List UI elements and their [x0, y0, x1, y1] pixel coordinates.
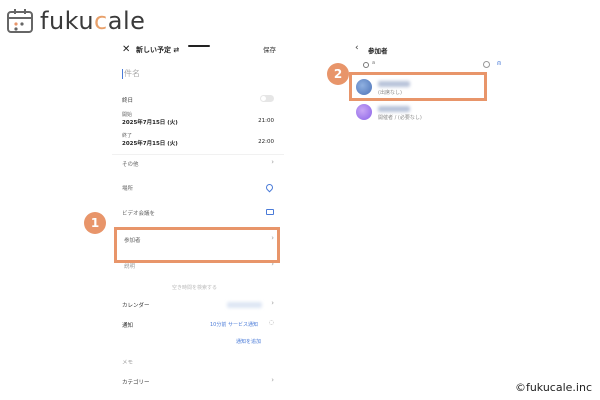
end-date[interactable]: 2025年7月15日 (火) — [122, 139, 178, 147]
chevron-right-icon: › — [271, 158, 274, 166]
avatar[interactable] — [356, 104, 372, 120]
attendee-search-input[interactable]: a — [372, 60, 472, 69]
new-event-screen: ✕ 新しい予定 ⇄ 保存 件名 終日 開始 2025年7月15日 (火) 21:… — [112, 36, 284, 400]
calendar-value-blurred[interactable] — [227, 302, 262, 308]
screen-title[interactable]: 新しい予定 ⇄ — [136, 42, 179, 58]
other-row[interactable]: その他 — [122, 160, 139, 168]
add-notify-link[interactable]: 通知を追加 — [236, 338, 261, 345]
copyright-text: ©fukucale.inc — [514, 381, 592, 394]
callout-badge-2: 2 — [327, 63, 349, 85]
chevron-right-icon: › — [271, 299, 274, 307]
callout-badge-1: 1 — [84, 212, 106, 234]
brand-name: fukucale — [40, 7, 146, 35]
memo-row[interactable]: メモ — [122, 358, 133, 366]
attendee-status: 開催者 / (必要なし) — [378, 115, 422, 121]
calendar-logo-icon — [7, 9, 33, 33]
start-date[interactable]: 2025年7月15日 (火) — [122, 118, 178, 126]
attendees-highlight — [114, 227, 280, 263]
start-time[interactable]: 21:00 — [258, 118, 274, 124]
description-row[interactable]: 説明 — [124, 262, 135, 270]
brand-logo: fukucale — [6, 6, 146, 36]
find-time-link[interactable]: 空き時間を検索する — [172, 284, 217, 291]
start-label: 開始 — [122, 112, 133, 118]
calendar-label: カレンダー — [122, 303, 150, 309]
chevron-left-icon[interactable]: ‹ — [355, 43, 359, 53]
location-pin-icon — [264, 182, 275, 193]
end-time[interactable]: 22:00 — [258, 139, 274, 145]
info-icon: ◌ — [268, 319, 274, 326]
save-button[interactable]: 保存 — [263, 42, 276, 58]
all-day-toggle[interactable] — [260, 95, 274, 102]
search-icon — [363, 62, 369, 68]
subject-input[interactable]: 件名 — [122, 69, 140, 79]
clock-icon[interactable] — [483, 61, 490, 68]
video-row[interactable]: ビデオ会議を — [122, 209, 155, 217]
chevron-right-icon: › — [271, 376, 274, 384]
add-person-icon[interactable]: ⍝ — [497, 59, 501, 68]
close-icon[interactable]: ✕ — [122, 42, 130, 58]
notify-label: 通知 — [122, 323, 134, 329]
attendee-name-blurred — [378, 106, 410, 112]
end-label: 終了 — [122, 133, 133, 139]
divider — [112, 154, 284, 155]
place-row[interactable]: 場所 — [122, 184, 133, 192]
category-label: カテゴリー — [122, 380, 150, 386]
attendee-highlight — [349, 72, 487, 101]
all-day-label: 終日 — [122, 98, 134, 104]
notify-value[interactable]: 10分前 サービス通知 — [210, 321, 258, 328]
attendees-title: 参加者 — [368, 47, 388, 55]
video-camera-icon — [266, 209, 274, 215]
